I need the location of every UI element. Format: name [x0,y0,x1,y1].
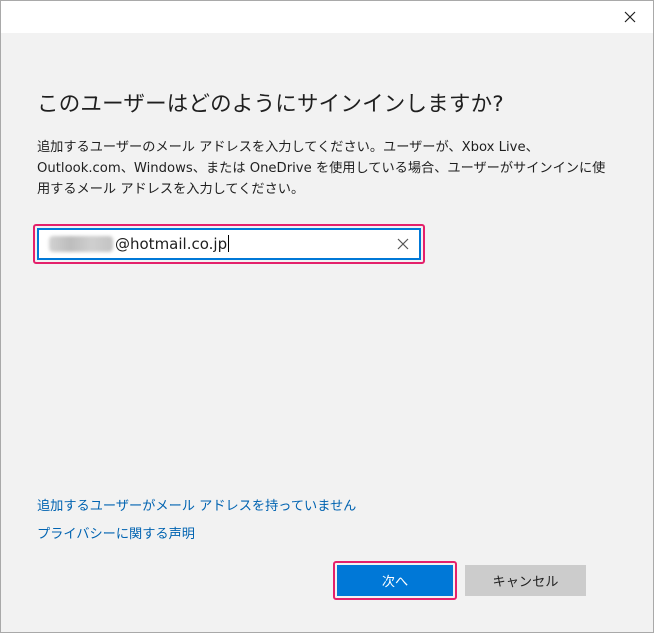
add-user-dialog: このユーザーはどのようにサインインしますか? 追加するユーザーのメール アドレス… [0,0,654,633]
close-icon [624,11,636,23]
email-field-value-wrapper: @hotmail.co.jp [115,235,230,253]
email-field[interactable]: @hotmail.co.jp [37,228,421,260]
clear-icon [397,238,409,250]
dialog-heading: このユーザーはどのようにサインインしますか? [37,92,504,117]
privacy-statement-link[interactable]: プライバシーに関する声明 [37,523,195,542]
text-caret [228,235,230,252]
dialog-description: 追加するユーザーのメール アドレスを入力してください。ユーザーが、Xbox Li… [37,140,606,197]
clear-button[interactable] [395,236,411,252]
blurred-email-prefix [49,236,113,252]
no-email-link[interactable]: 追加するユーザーがメール アドレスを持っていません [37,495,356,514]
email-field-value: @hotmail.co.jp [115,235,228,253]
title-bar [1,1,653,33]
next-button[interactable]: 次へ [337,565,453,596]
cancel-button[interactable]: キャンセル [465,565,586,596]
close-button[interactable] [607,1,653,33]
